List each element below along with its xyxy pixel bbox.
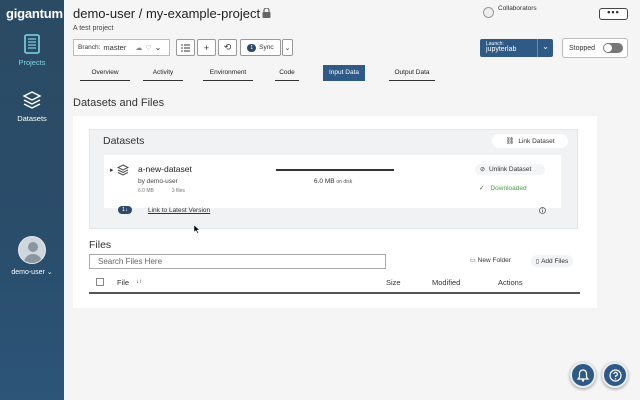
- tab-environment[interactable]: Environment: [203, 65, 253, 81]
- sidebar: gigantum Projects Datasets demo-user ⌄: [0, 0, 64, 400]
- expand-arrow-icon[interactable]: ▸: [110, 166, 114, 174]
- list-icon: [181, 43, 190, 52]
- chevron-down-icon: ⌄: [542, 42, 549, 51]
- add-file-icon: ▯: [535, 258, 540, 265]
- brand-logo[interactable]: gigantum: [6, 6, 63, 21]
- layers-icon: [22, 91, 42, 109]
- chevron-down-icon: ⌄: [46, 269, 53, 276]
- dataset-size: 6.0 MB on disk: [314, 178, 352, 185]
- tab-code[interactable]: Code: [275, 65, 299, 81]
- status-label: Stopped: [569, 44, 596, 52]
- create-branch-button[interactable]: +: [197, 39, 216, 56]
- dataset-icon: [117, 164, 129, 176]
- column-header-actions: Actions: [498, 278, 523, 287]
- dataset-name[interactable]: a-new-dataset: [138, 164, 192, 174]
- sync-button[interactable]: 1 Sync: [240, 39, 281, 56]
- version-badge: 1↓: [118, 206, 132, 214]
- sort-indicator[interactable]: ↓↑: [136, 279, 142, 285]
- tab-input-data[interactable]: Input Data: [323, 65, 365, 81]
- download-status-label: Downloaded: [490, 184, 527, 192]
- column-header-size[interactable]: Size: [386, 278, 401, 287]
- mouse-cursor-icon: [194, 225, 200, 234]
- branch-name: master: [103, 43, 127, 52]
- version-badge-count: 1: [122, 207, 126, 213]
- branch-prefix: Branch:: [78, 44, 101, 51]
- download-status: ✓ Downloaded: [479, 184, 527, 193]
- user-menu[interactable]: demo-user ⌄: [0, 236, 64, 276]
- dataset-owner: by demo-user: [138, 178, 178, 185]
- reset-icon: ⟲: [223, 42, 232, 52]
- cloud-icon: ☁: [135, 44, 143, 52]
- dataset-meta-files: 3 files: [171, 188, 185, 194]
- sidebar-item-label: Datasets: [17, 114, 47, 123]
- tab-output-data[interactable]: Output Data: [389, 65, 435, 81]
- branch-selector[interactable]: Branch: master ☁ ♡ ⌄: [73, 39, 170, 56]
- check-icon: ✓: [479, 185, 485, 192]
- heart-icon: ♡: [145, 44, 152, 52]
- unlink-icon: ⊘: [480, 167, 486, 173]
- plus-icon: +: [203, 42, 210, 53]
- dataset-size-value: 6.0 MB: [314, 178, 335, 185]
- lock-icon: [262, 8, 271, 18]
- search-input[interactable]: [89, 254, 386, 269]
- collaborators-button[interactable]: Collaborators: [483, 5, 537, 18]
- help-button[interactable]: [602, 362, 628, 388]
- launch-value: jupyterlab: [486, 46, 517, 53]
- bell-icon: [577, 368, 589, 382]
- dataset-size-suffix: on disk: [336, 179, 353, 185]
- dataset-meta-size: 6.0 MB: [138, 188, 154, 194]
- reset-branch-button[interactable]: ⟲: [218, 39, 237, 56]
- sync-badge: 1: [247, 43, 257, 52]
- version-bar: 1↓ Link to Latest Version: [118, 206, 558, 216]
- page-subtitle: A test project: [73, 25, 114, 32]
- chevron-down-icon: ⌄: [154, 43, 162, 52]
- unlink-dataset-button[interactable]: ⊘ Unlink Dataset: [475, 164, 545, 175]
- column-header-file[interactable]: File: [117, 278, 129, 287]
- link-icon: ⛓: [505, 138, 515, 145]
- branch-list-button[interactable]: [176, 39, 195, 56]
- user-name: demo-user: [11, 269, 45, 276]
- new-folder-button[interactable]: ▭ New Folder: [470, 257, 511, 264]
- sync-label: Sync: [259, 44, 274, 51]
- add-files-label: Add Files: [541, 257, 569, 265]
- user-icon: [483, 7, 494, 18]
- launch-button[interactable]: Launch: jupyterlab: [480, 39, 537, 57]
- toggle-switch: [603, 43, 624, 53]
- notebook-icon: [24, 34, 40, 54]
- unlink-label: Unlink Dataset: [489, 166, 532, 173]
- select-all-checkbox[interactable]: [96, 278, 104, 286]
- new-folder-label: New Folder: [477, 257, 511, 264]
- sidebar-item-label: Projects: [18, 58, 46, 67]
- help-icon: [608, 368, 622, 382]
- avatar: [18, 236, 46, 264]
- dataset-meta: 6.0 MB 3 files: [138, 188, 185, 194]
- tab-overview[interactable]: Overview: [80, 65, 130, 81]
- link-dataset-label: Link Dataset: [518, 137, 555, 145]
- chevron-down-icon: ⌄: [284, 44, 291, 52]
- progress-fill: [276, 169, 394, 171]
- link-latest-version[interactable]: Link to Latest Version: [148, 207, 210, 214]
- section-title: Datasets and Files: [73, 97, 165, 109]
- files-table-header: File ↓↑ Size Modified Actions: [89, 274, 580, 294]
- folder-icon: ▭: [470, 258, 476, 264]
- info-icon[interactable]: [539, 207, 546, 214]
- datasets-title: Datasets: [103, 135, 145, 147]
- link-dataset-button[interactable]: ⛓ Link Dataset: [492, 134, 568, 148]
- more-options-button[interactable]: •••: [599, 8, 628, 20]
- files-title: Files: [89, 239, 112, 251]
- tab-activity[interactable]: Activity: [143, 65, 183, 81]
- sync-dropdown-button[interactable]: ⌄: [282, 39, 293, 56]
- notifications-button[interactable]: [570, 362, 596, 388]
- sidebar-item-datasets[interactable]: Datasets: [0, 90, 64, 123]
- download-progress-bar: [276, 169, 394, 171]
- sidebar-item-projects[interactable]: Projects: [0, 34, 64, 67]
- add-files-button[interactable]: ▯ Add Files: [531, 255, 573, 267]
- page-title: demo-user / my-example-project: [73, 6, 261, 21]
- container-status-toggle[interactable]: Stopped: [562, 38, 628, 58]
- launch-dropdown-button[interactable]: ⌄: [537, 39, 553, 57]
- collaborators-label: Collaborators: [498, 5, 537, 12]
- column-header-modified[interactable]: Modified: [432, 278, 460, 287]
